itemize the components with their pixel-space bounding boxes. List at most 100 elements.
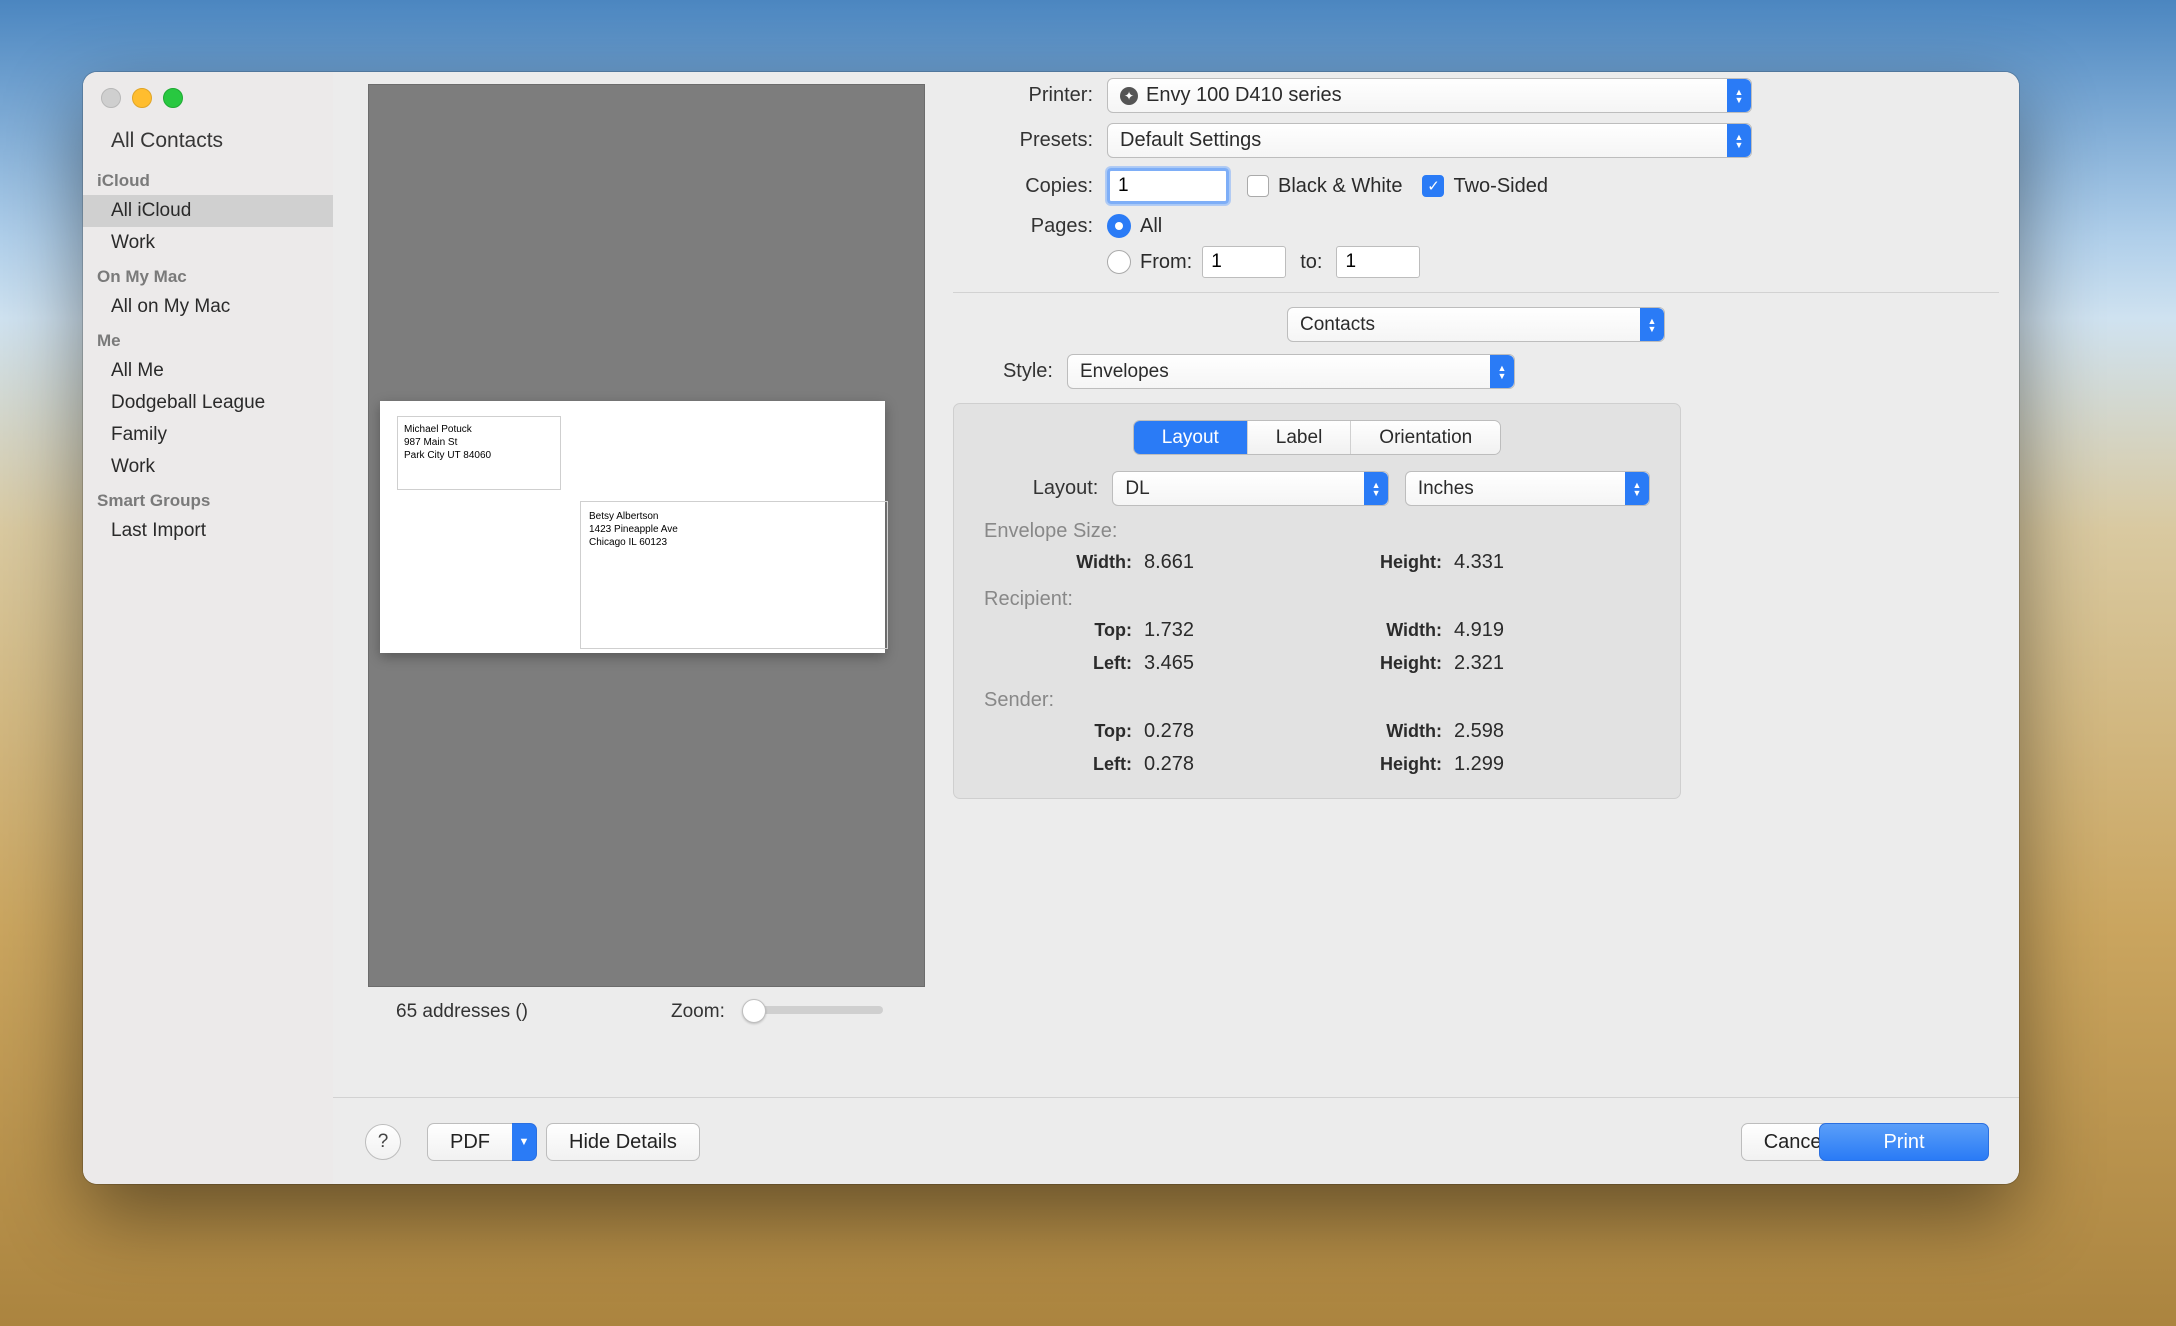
style-value: Envelopes — [1080, 361, 1169, 383]
sender-top-key: Top: — [1004, 721, 1144, 742]
pages-to-input[interactable] — [1336, 246, 1420, 278]
sidebar-item-dodgeball[interactable]: Dodgeball League — [83, 387, 333, 419]
printer-popup[interactable]: ✦ Envy 100 D410 series — [1107, 78, 1752, 113]
tab-layout[interactable]: Layout — [1134, 421, 1248, 454]
zoom-label: Zoom: — [671, 1001, 725, 1023]
sidebar-group-smart: Smart Groups — [83, 483, 333, 515]
tabs-segmented: Layout Label Orientation — [1133, 420, 1502, 455]
sidebar-group-me: Me — [83, 323, 333, 355]
recip-top-key: Top: — [1004, 620, 1144, 641]
updown-arrows-icon — [1364, 472, 1388, 505]
preview-recipient-box: Betsy Albertson 1423 Pineapple Ave Chica… — [580, 501, 888, 649]
zoom-slider-thumb[interactable] — [742, 999, 766, 1023]
updown-arrows-icon — [1625, 472, 1649, 505]
minimize-icon[interactable] — [132, 88, 152, 108]
recip-height-key: Height: — [1254, 653, 1454, 674]
app-section-value: Contacts — [1300, 314, 1375, 336]
sidebar-item-work-icloud[interactable]: Work — [83, 227, 333, 259]
sender-width-value: 2.598 — [1454, 720, 1564, 743]
pages-from-input[interactable] — [1202, 246, 1286, 278]
preview-recip-name: Betsy Albertson — [589, 510, 879, 523]
sender-width-key: Width: — [1254, 721, 1454, 742]
hide-details-button[interactable]: Hide Details — [546, 1123, 700, 1161]
env-width-value: 8.661 — [1144, 551, 1254, 574]
sidebar-item-all-me[interactable]: All Me — [83, 355, 333, 387]
units-value: Inches — [1418, 478, 1474, 500]
sender-left-key: Left: — [1004, 754, 1144, 775]
divider — [953, 292, 1999, 293]
updown-arrows-icon — [1640, 308, 1664, 341]
presets-popup[interactable]: Default Settings — [1107, 123, 1752, 158]
two-sided-checkbox[interactable]: ✓ — [1422, 175, 1444, 197]
recip-left-key: Left: — [1004, 653, 1144, 674]
preview-envelope: Michael Potuck 987 Main St Park City UT … — [380, 401, 885, 653]
sidebar-group-icloud: iCloud — [83, 163, 333, 195]
envelope-size-label: Envelope Size: — [984, 520, 1650, 543]
pages-range-radio[interactable] — [1107, 250, 1131, 274]
env-height-key: Height: — [1254, 552, 1454, 573]
sidebar-item-work-me[interactable]: Work — [83, 451, 333, 483]
printer-value: Envy 100 D410 series — [1146, 84, 1342, 107]
pages-all-radio[interactable] — [1107, 214, 1131, 238]
sidebar-item-all-contacts[interactable]: All Contacts — [83, 120, 333, 163]
print-dialog-window: All Contacts iCloud All iCloud Work On M… — [83, 72, 2019, 1184]
recip-width-value: 4.919 — [1454, 619, 1564, 642]
pdf-menu-button[interactable]: PDF ▼ — [427, 1123, 537, 1161]
sender-top-value: 0.278 — [1144, 720, 1254, 743]
sidebar-item-last-import[interactable]: Last Import — [83, 515, 333, 547]
print-sheet: Michael Potuck 987 Main St Park City UT … — [333, 72, 2019, 1184]
window-traffic-lights — [83, 72, 333, 118]
two-sided-label: Two-Sided — [1444, 175, 1548, 198]
presets-value: Default Settings — [1120, 129, 1261, 152]
print-preview: Michael Potuck 987 Main St Park City UT … — [368, 84, 925, 987]
close-icon[interactable] — [101, 88, 121, 108]
style-popup[interactable]: Envelopes — [1067, 354, 1515, 389]
sidebar-item-all-icloud[interactable]: All iCloud — [83, 195, 333, 227]
printer-status-icon: ✦ — [1120, 87, 1138, 105]
layout-size-popup[interactable]: DL — [1112, 471, 1389, 506]
from-label: From: — [1131, 251, 1202, 274]
pages-label: Pages: — [953, 215, 1107, 238]
copies-label: Copies: — [953, 175, 1107, 198]
recip-width-key: Width: — [1254, 620, 1454, 641]
sidebar-item-family[interactable]: Family — [83, 419, 333, 451]
preview-sender-box: Michael Potuck 987 Main St Park City UT … — [397, 416, 561, 490]
copies-input[interactable] — [1107, 168, 1229, 204]
sender-section-label: Sender: — [984, 689, 1650, 712]
desktop: All Contacts iCloud All iCloud Work On M… — [0, 0, 2176, 1326]
layout-field-label: Layout: — [984, 477, 1112, 500]
recipient-section-label: Recipient: — [984, 588, 1650, 611]
tab-label[interactable]: Label — [1248, 421, 1352, 454]
layout-size-value: DL — [1125, 478, 1149, 500]
app-section-popup[interactable]: Contacts — [1287, 307, 1665, 342]
updown-arrows-icon — [1490, 355, 1514, 388]
recip-height-value: 2.321 — [1454, 652, 1564, 675]
sender-left-value: 0.278 — [1144, 753, 1254, 776]
maximize-icon[interactable] — [163, 88, 183, 108]
sidebar-item-all-on-my-mac[interactable]: All on My Mac — [83, 291, 333, 323]
tab-orientation[interactable]: Orientation — [1351, 421, 1500, 454]
units-popup[interactable]: Inches — [1405, 471, 1650, 506]
address-count-label: 65 addresses () — [396, 1001, 528, 1023]
bw-checkbox[interactable] — [1247, 175, 1269, 197]
preview-recip-street: 1423 Pineapple Ave — [589, 523, 879, 536]
printer-label: Printer: — [953, 84, 1107, 107]
style-label: Style: — [953, 360, 1067, 383]
env-width-key: Width: — [1004, 552, 1144, 573]
preview-sender-city: Park City UT 84060 — [404, 449, 554, 462]
updown-arrows-icon — [1727, 124, 1751, 157]
layout-options-box: Layout Label Orientation Layout: DL — [953, 403, 1681, 799]
chevron-down-icon: ▼ — [512, 1123, 537, 1161]
zoom-slider[interactable] — [743, 1006, 883, 1014]
recip-left-value: 3.465 — [1144, 652, 1254, 675]
print-button[interactable]: Print — [1819, 1123, 1989, 1161]
updown-arrows-icon — [1727, 79, 1751, 112]
sender-height-key: Height: — [1254, 754, 1454, 775]
contacts-sidebar: All Contacts iCloud All iCloud Work On M… — [83, 72, 334, 1184]
sender-height-value: 1.299 — [1454, 753, 1564, 776]
sidebar-group-onmymac: On My Mac — [83, 259, 333, 291]
to-label: to: — [1286, 251, 1336, 274]
preview-recip-city: Chicago IL 60123 — [589, 536, 879, 549]
env-height-value: 4.331 — [1454, 551, 1564, 574]
help-button[interactable]: ? — [365, 1124, 401, 1160]
